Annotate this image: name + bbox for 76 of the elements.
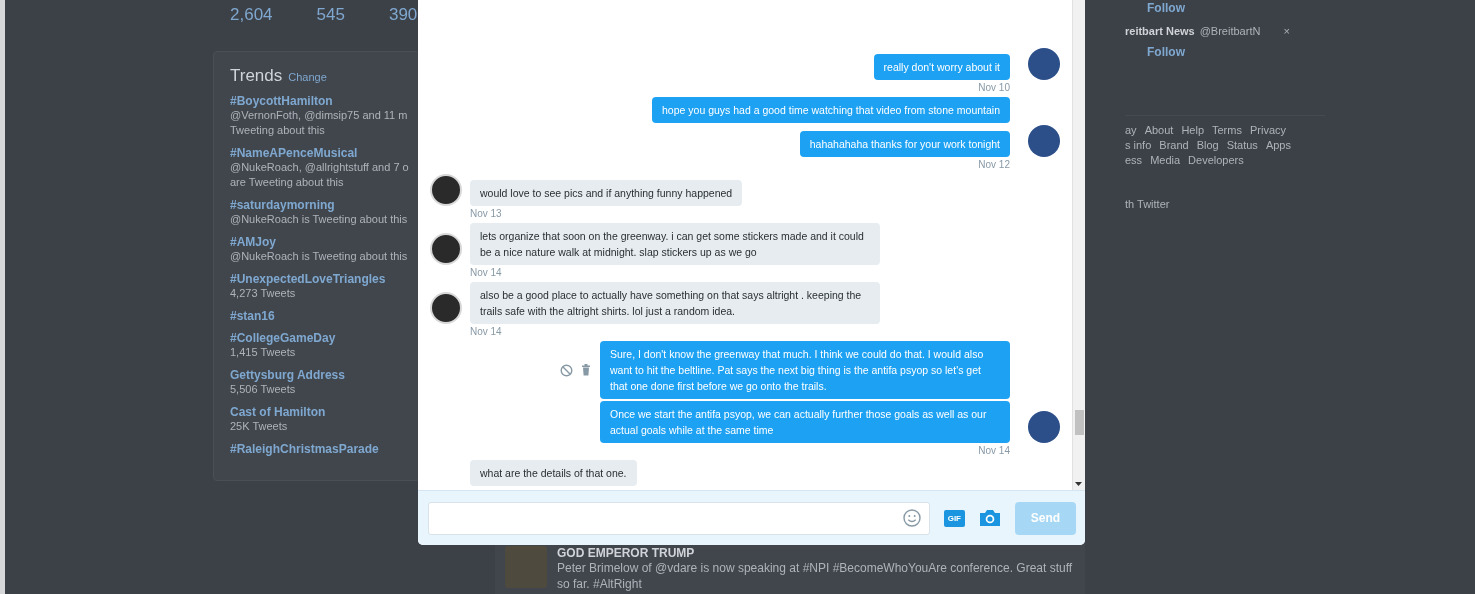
message-time: Nov 13 — [470, 208, 503, 219]
footer-link[interactable]: Brand — [1159, 139, 1189, 151]
footer-link[interactable]: Status — [1226, 139, 1258, 151]
trend-link[interactable]: #NameAPenceMusical — [230, 146, 405, 160]
avatar-placeholder — [505, 546, 547, 588]
account-name[interactable]: reitbart News — [1125, 25, 1195, 37]
message-bubble: Sure, I don't know the greenway that much. I think we could do that. I would also want to hit the beltline. Pat says the next big thing is the antifa psyop so let's get that one done first before we go onto the trails. — [600, 341, 1010, 399]
dismiss-button[interactable]: × — [1283, 25, 1290, 37]
trend-link[interactable]: #CollegeGameDay — [230, 331, 405, 345]
trash-icon[interactable] — [582, 364, 590, 376]
avatar-placeholder[interactable] — [430, 233, 462, 265]
message-time: Nov 14 — [470, 326, 503, 337]
trend-context: @VernonFoth, @dimsip75 and 11 m — [230, 108, 405, 123]
scrollbar-thumb[interactable] — [1075, 410, 1084, 435]
trend-link[interactable]: Cast of Hamilton — [230, 405, 405, 419]
profile-stat[interactable]: 545 — [316, 5, 345, 45]
change-link[interactable]: Change — [288, 71, 327, 83]
block-icon[interactable] — [560, 363, 573, 377]
footer-link[interactable]: Blog — [1196, 139, 1219, 151]
trends-title: Trends — [230, 66, 283, 86]
footer-link[interactable]: About — [1144, 124, 1174, 136]
trend-context: @NukeRoach is Tweeting about this — [230, 249, 405, 264]
message-bubble: really don't worry about it — [873, 54, 1010, 80]
message-bubble: also be a good place to actually have something on that says altright . keeping the trails safe with the altright shirts. lol just a random idea. — [470, 282, 880, 324]
emoji-icon[interactable] — [902, 509, 921, 527]
footer-link[interactable]: Terms — [1212, 124, 1242, 136]
account-handle: @BreitbartN — [1199, 25, 1261, 37]
message-bubble: Once we start the antifa psyop, we can actually further those goals as well as our actual goals while at the same time — [600, 401, 1010, 443]
trend-link[interactable]: #BoycottHamilton — [230, 94, 405, 108]
avatar-placeholder[interactable] — [1028, 125, 1060, 157]
trend-context: 1,415 Tweets — [230, 345, 297, 360]
avatar-placeholder[interactable] — [1028, 48, 1060, 80]
message-bubble: hope you guys had a good time watching that video from stone mountain — [652, 97, 1010, 123]
trend-link[interactable]: #UnexpectedLoveTriangles — [230, 272, 405, 286]
message-time: Nov 14 — [470, 267, 503, 278]
trend-link[interactable]: #AMJoy — [230, 235, 405, 249]
camera-icon[interactable] — [979, 509, 1001, 527]
trend-context: 4,273 Tweets — [230, 286, 297, 301]
trend-link[interactable]: #RaleighChristmasParade — [230, 442, 405, 456]
footer-link[interactable]: Privacy — [1249, 124, 1286, 136]
footer-link[interactable]: Developers — [1188, 154, 1244, 166]
footer-link[interactable]: Help — [1181, 124, 1204, 136]
trend-context: @NukeRoach is Tweeting about this — [230, 212, 405, 227]
message-time: Nov 12 — [978, 159, 1010, 170]
scrollbar[interactable] — [1072, 0, 1085, 490]
message-bubble: what are the details of that one. — [470, 460, 637, 486]
footer-text: th Twitter — [1125, 198, 1171, 210]
message-bubble: lets organize that soon on the greenway. i can get some stickers made and it could be a nice nature walk at midnight. slap stickers up as we go — [470, 223, 880, 265]
avatar-placeholder[interactable] — [1028, 411, 1060, 443]
tweet-author[interactable]: GOD EMPEROR TRUMP — [557, 546, 1075, 560]
trend-context: 25K Tweets — [230, 419, 289, 434]
trend-link[interactable]: #saturdaymorning — [230, 198, 405, 212]
footer-link[interactable]: ay — [1125, 124, 1137, 136]
avatar-placeholder[interactable] — [430, 174, 462, 206]
trend-context: are Tweeting about this — [230, 175, 345, 190]
message-bubble: would love to see pics and if anything funny happened — [470, 180, 743, 206]
trend-link[interactable]: #stan16 — [230, 309, 405, 323]
trend-context: 5,506 Tweets — [230, 382, 297, 397]
footer-link[interactable]: Media — [1150, 154, 1181, 166]
footer-link[interactable]: ess — [1125, 154, 1143, 166]
avatar-placeholder[interactable] — [430, 292, 462, 324]
gif-button[interactable]: GIF — [943, 509, 965, 527]
trend-link[interactable]: Gettysburg Address — [230, 368, 405, 382]
message-time: Nov 10 — [978, 82, 1010, 93]
follow-button[interactable]: Follow — [1125, 45, 1325, 63]
scroll-down-icon[interactable] — [1075, 482, 1082, 486]
trend-context: Tweeting about this — [230, 123, 326, 138]
follow-button[interactable]: Follow — [1125, 1, 1325, 19]
profile-stat[interactable]: 390 — [388, 5, 418, 45]
tweet-text: Peter Brimelow of @vdare is now speaking at #NPI #BecomeWhoYouAre conference. Great stuff so far. #AltRight — [557, 560, 1074, 592]
message-bubble: hahahahaha thanks for your work tonight — [799, 131, 1010, 157]
message-input[interactable] — [428, 501, 930, 535]
profile-stat[interactable]: 2,604 — [230, 5, 273, 45]
message-time: Nov 14 — [978, 445, 1010, 456]
footer-link[interactable]: Apps — [1265, 139, 1291, 151]
footer-link[interactable]: s info — [1125, 139, 1152, 151]
